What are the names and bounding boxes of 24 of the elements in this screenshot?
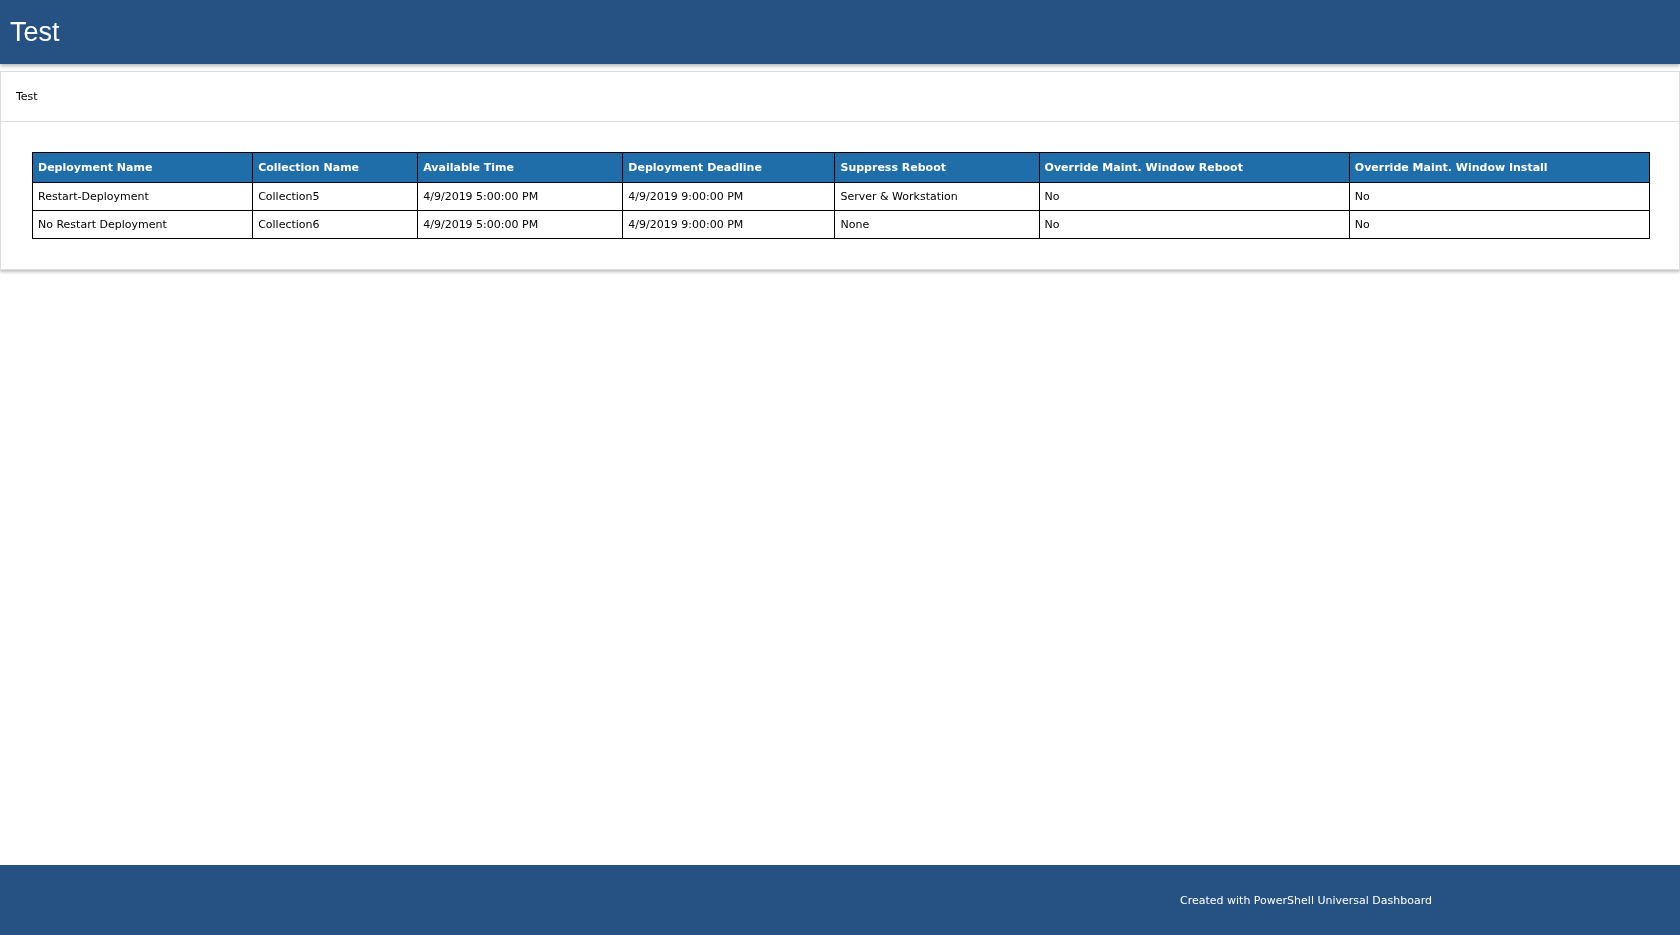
- table-cell: 4/9/2019 5:00:00 PM: [417, 210, 623, 239]
- table-cell: No: [1039, 210, 1350, 239]
- column-header: Available Time: [417, 152, 623, 183]
- table-cell: No: [1039, 182, 1350, 211]
- table-cell: 4/9/2019 9:00:00 PM: [622, 182, 835, 211]
- column-header: Collection Name: [252, 152, 418, 183]
- table-cell: No Restart Deployment: [32, 210, 253, 239]
- table-cell: Collection5: [252, 182, 418, 211]
- table-cell: Restart-Deployment: [32, 182, 253, 211]
- table-cell: 4/9/2019 5:00:00 PM: [417, 182, 623, 211]
- table-cell: 4/9/2019 9:00:00 PM: [622, 210, 835, 239]
- table-cell: No: [1349, 210, 1650, 239]
- column-header: Override Maint. Window Install: [1349, 152, 1650, 183]
- column-header: Deployment Deadline: [622, 152, 835, 183]
- column-header: Suppress Reboot: [834, 152, 1040, 183]
- page-title: Test: [10, 16, 60, 48]
- card-title: Test: [16, 90, 38, 103]
- column-header: Deployment Name: [32, 152, 253, 183]
- table-cell: Collection6: [252, 210, 418, 239]
- table-cell: Server & Workstation: [834, 182, 1040, 211]
- table-cell: No: [1349, 182, 1650, 211]
- column-header: Override Maint. Window Reboot: [1039, 152, 1350, 183]
- footer-text: Created with PowerShell Universal Dashboard: [1180, 893, 1433, 907]
- table-cell: None: [834, 210, 1040, 239]
